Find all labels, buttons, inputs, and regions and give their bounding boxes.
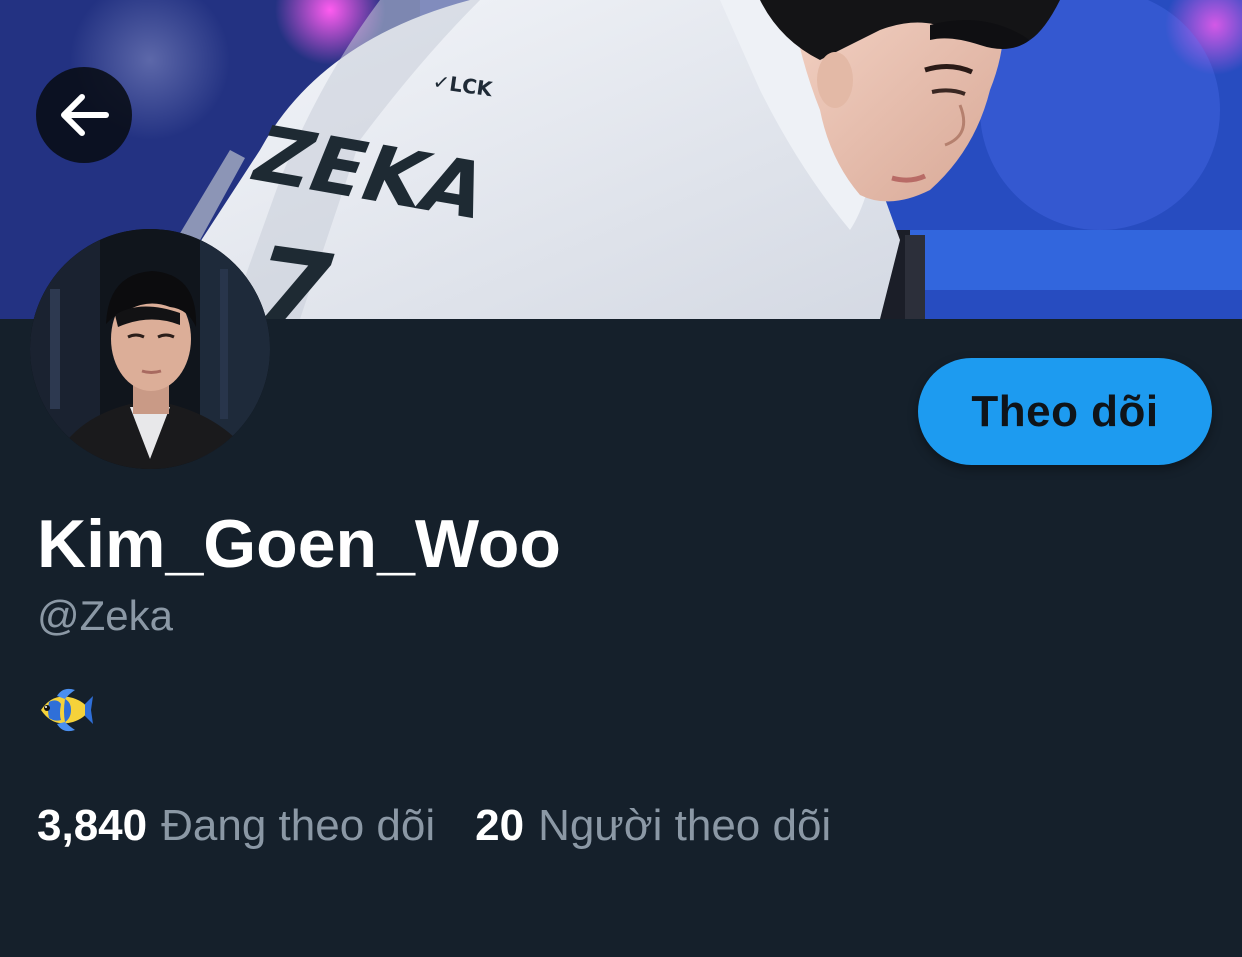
avatar-photo bbox=[30, 229, 270, 469]
avatar[interactable] bbox=[30, 229, 270, 469]
profile-screen: ✓LCK ZEKA 7 Theo dõi Kim_Goen_Woo @Zeka … bbox=[0, 0, 1242, 957]
username-handle: @Zeka bbox=[37, 592, 174, 639]
back-button[interactable] bbox=[36, 67, 132, 163]
following-count: 3,840 bbox=[37, 801, 148, 850]
tropical-fish-icon bbox=[35, 684, 93, 736]
followers-stat[interactable]: 20 Người theo dõi bbox=[475, 798, 831, 854]
follow-button[interactable]: Theo dõi bbox=[918, 358, 1212, 465]
follow-stats: 3,840 Đang theo dõi 20 Người theo dõi bbox=[37, 798, 831, 854]
following-stat[interactable]: 3,840 Đang theo dõi bbox=[37, 798, 435, 854]
followers-label: Người theo dõi bbox=[538, 801, 832, 850]
arrow-left-icon bbox=[61, 94, 109, 136]
followers-count: 20 bbox=[475, 801, 525, 850]
display-name: Kim_Goen_Woo bbox=[37, 506, 561, 582]
following-label: Đang theo dõi bbox=[161, 801, 436, 850]
